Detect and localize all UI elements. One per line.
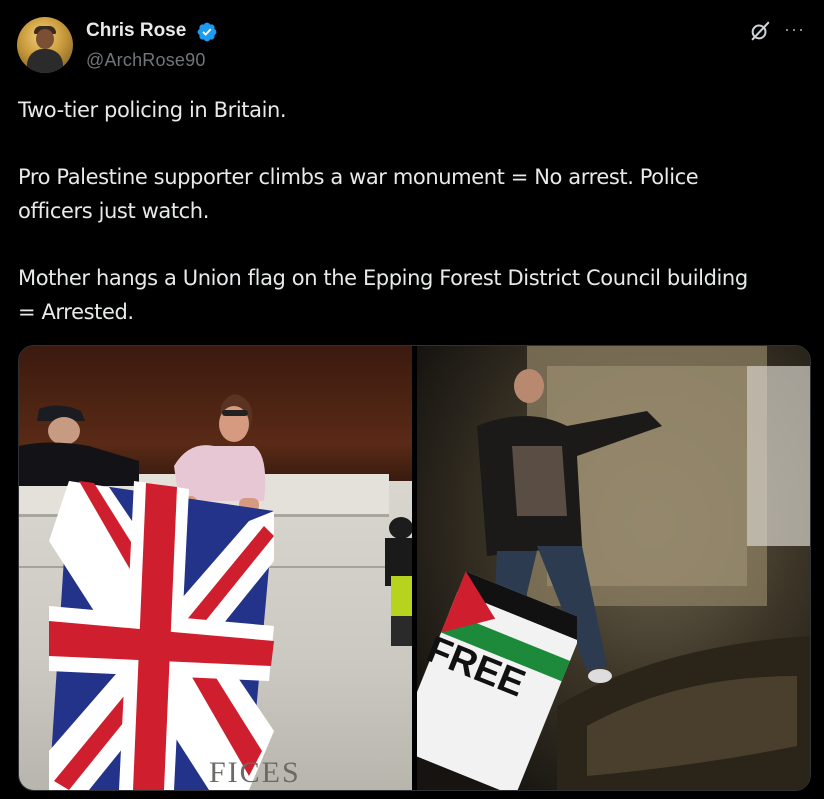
more-options-icon[interactable]: ··· (784, 19, 805, 39)
union-flag (49, 481, 274, 790)
avatar[interactable] (17, 17, 73, 73)
avatar-head (36, 29, 54, 49)
tweet-text: Pro Palestine supporter climbs a war mon… (18, 165, 699, 189)
verified-badge-icon (197, 22, 217, 42)
photo-monument-climber[interactable]: FREE (417, 346, 810, 790)
police-officer-figure (19, 405, 139, 486)
photo-flag-on-council-building[interactable]: FICES (19, 346, 412, 790)
avatar-body (27, 49, 63, 73)
tweet-text: = Arrested. (18, 300, 134, 324)
author-name[interactable]: Chris Rose (86, 20, 186, 42)
tweet-text: Two-tier policing in Britain. (18, 98, 287, 122)
grok-icon[interactable] (749, 20, 771, 42)
tweet-text-paragraph-2: Pro Palestine supporter climbs a war mon… (18, 160, 808, 228)
building-sign-text: FICES (209, 756, 301, 789)
tweet-text-line-1: Two-tier policing in Britain. (18, 93, 808, 127)
author-handle[interactable]: @ArchRose90 (86, 50, 206, 71)
tweet-text-paragraph-3: Mother hangs a Union flag on the Epping … (18, 261, 808, 329)
tweet-text: officers just watch. (18, 199, 209, 223)
media-grid[interactable]: FICES FREE (18, 345, 811, 791)
police-officer-hi-vis-figure (385, 517, 412, 646)
tweet-text: Mother hangs a Union flag on the Epping … (18, 266, 748, 290)
tweet: Chris Rose @ArchRose90 ··· Two-tier poli… (0, 0, 824, 799)
